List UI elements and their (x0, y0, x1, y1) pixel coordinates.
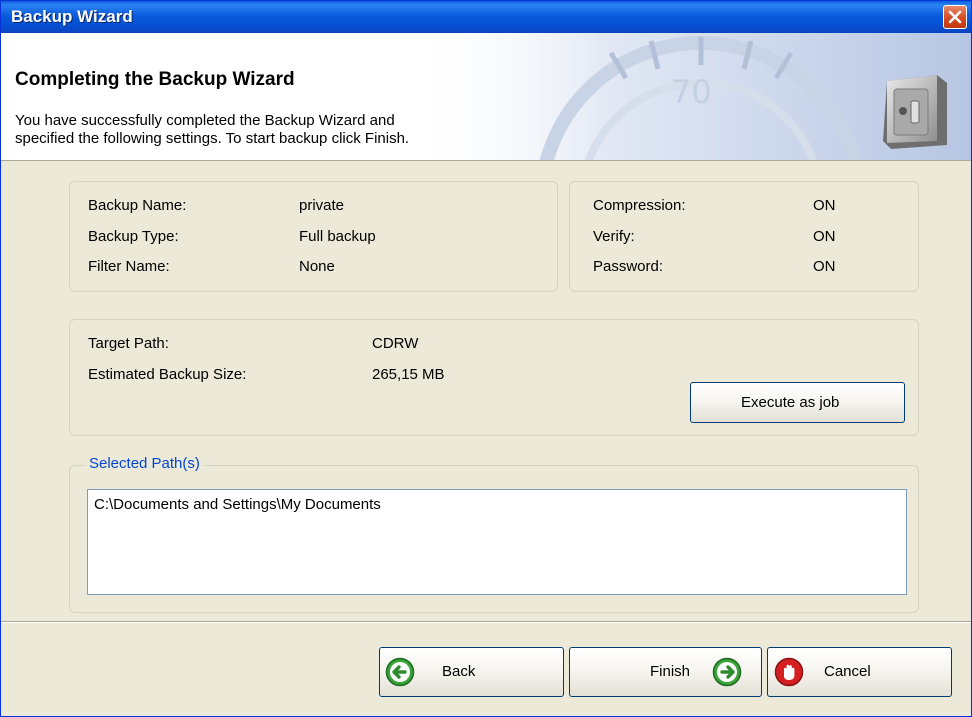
backup-type-value: Full backup (299, 228, 376, 245)
backup-wizard-window: Backup Wizard 70 Completing the Backup W… (0, 0, 972, 717)
close-button[interactable] (943, 5, 967, 29)
target-path-label: Target Path: (88, 335, 169, 352)
back-arrow-icon (385, 657, 415, 687)
cancel-label: Cancel (824, 663, 871, 680)
verify-value: ON (813, 228, 836, 245)
selected-paths-list[interactable]: C:\Documents and Settings\My Documents (87, 489, 907, 595)
back-label: Back (442, 663, 476, 680)
compression-label: Compression: (593, 197, 686, 214)
options-group: Compression: ON Verify: ON Password: ON (569, 181, 919, 292)
window-title: Backup Wizard (11, 7, 133, 26)
estimated-size-value: 265,15 MB (372, 366, 445, 383)
backup-name-value: private (299, 197, 345, 214)
summary-group: Backup Name: private Backup Type: Full b… (69, 181, 558, 292)
finish-label: Finish (650, 663, 691, 680)
password-label: Password: (593, 258, 664, 275)
filter-name-label: Filter Name: (88, 258, 170, 275)
password-value: ON (813, 258, 836, 275)
close-icon (948, 10, 962, 24)
header-title: Completing the Backup Wizard (15, 69, 295, 90)
safe-icon (883, 75, 947, 149)
list-item[interactable]: C:\Documents and Settings\My Documents (94, 496, 381, 513)
filter-name-value: None (299, 258, 335, 275)
cancel-button[interactable]: Cancel (767, 647, 952, 697)
svg-text:70: 70 (671, 73, 712, 111)
footer-divider (1, 621, 971, 623)
execute-as-job-button[interactable]: Execute as job (690, 382, 905, 423)
description-line-1: You have successfully completed the Back… (15, 112, 395, 129)
wizard-header: 70 Completing the Backup Wizard You have… (1, 33, 971, 161)
execute-as-job-label: Execute as job (741, 394, 840, 411)
target-group: Target Path: CDRW Estimated Backup Size:… (69, 319, 919, 436)
target-path-value: CDRW (372, 335, 419, 352)
header-description: You have successfully completed the Back… (15, 112, 535, 148)
compression-value: ON (813, 197, 836, 214)
estimated-size-label: Estimated Backup Size: (88, 366, 247, 383)
forward-arrow-icon (712, 657, 742, 687)
selected-paths-legend: Selected Path(s) (85, 455, 204, 472)
backup-name-label: Backup Name: (88, 197, 187, 214)
verify-label: Verify: (593, 228, 635, 245)
stop-hand-icon (774, 657, 804, 687)
finish-button[interactable]: Finish (569, 647, 762, 697)
title-bar[interactable]: Backup Wizard (1, 1, 971, 33)
back-button[interactable]: Back (379, 647, 564, 697)
description-line-2: specified the following settings. To sta… (15, 130, 410, 147)
backup-type-label: Backup Type: (88, 228, 179, 245)
